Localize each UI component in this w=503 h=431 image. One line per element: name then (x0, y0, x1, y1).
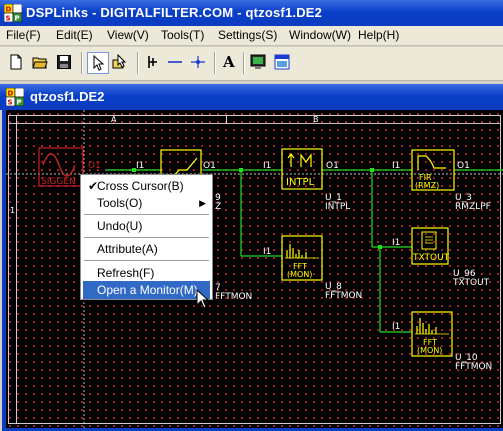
document-title: qtzosf1.DE2 (30, 89, 105, 104)
toolbar-separator (81, 52, 83, 74)
context-menu-refresh-label: Refresh(F) (97, 266, 155, 280)
fftmon-u8-input-label: I1 (263, 247, 271, 257)
intpl-input-label: I1 (263, 161, 271, 171)
cross-point-button[interactable] (188, 52, 210, 74)
pointer-icon (93, 55, 105, 71)
intpl-port-label: O1 (326, 161, 339, 171)
save-disk-icon (57, 55, 71, 69)
column-label-b: B (313, 115, 319, 124)
context-menu-cross-cursor-label: Cross Cursor(B) (97, 179, 184, 193)
intpl-block[interactable]: INTPL I1 O1 U_1 INTPL (263, 148, 350, 212)
svg-text:D: D (8, 90, 14, 98)
txtout-label: TXTOUT (412, 253, 450, 263)
z-block-port-label: O1 (203, 161, 216, 171)
fftmon-u8-type: FFTMON (325, 291, 362, 301)
context-menu-separator (84, 237, 209, 238)
svg-text:P: P (17, 99, 22, 107)
toolbar: A (0, 47, 503, 81)
context-menu-cross-cursor[interactable]: ✔ Cross Cursor(B) (83, 177, 210, 195)
fir-block[interactable]: FIR (RMZ) I1 O1 U_3 RMZLPF (392, 149, 491, 212)
fftmon-u10-input-label: I1 (392, 322, 400, 332)
select-pointer-button[interactable] (87, 52, 109, 74)
context-menu-undo-label: Undo(U) (97, 219, 143, 233)
menu-file[interactable]: File(F) (6, 28, 41, 42)
dsp-app-icon: D S P (4, 4, 22, 22)
svg-text:S: S (6, 15, 11, 23)
window-icon (274, 54, 290, 70)
context-menu-refresh[interactable]: Refresh(F) (83, 264, 210, 282)
fir-label-line2: (RMZ) (415, 181, 439, 190)
intpl-type: INTPL (325, 202, 350, 212)
fir-input-label: I1 (392, 161, 400, 171)
fftmon-u10-label-line2: (MON) (417, 346, 442, 355)
fftmon-u8-block[interactable]: FFT (MON) I1 U_8 FFTMON (263, 235, 362, 301)
monitor-button[interactable] (248, 52, 270, 74)
open-folder-icon (32, 57, 48, 69)
context-menu-undo[interactable]: Undo(U) (83, 217, 210, 235)
toolbar-separator (214, 52, 216, 74)
fftmon-u7-type: FFTMON (215, 292, 252, 302)
mouse-cursor-icon (196, 289, 210, 309)
txtout-type: TXTOUT (452, 278, 490, 288)
menu-help[interactable]: Help(H) (358, 28, 399, 42)
open-file-button[interactable] (30, 52, 52, 74)
text-tool-button[interactable]: A (219, 52, 241, 74)
dsp-doc-icon: D S P (6, 88, 24, 106)
context-menu: ✔ Cross Cursor(B) Tools(O) ▶ Undo(U) Att… (80, 174, 213, 300)
context-menu-open-monitor-label: Open a Monitor(M) (97, 283, 198, 297)
monitor-icon (250, 54, 266, 69)
fir-type: RMZLPF (455, 202, 491, 212)
svg-text:D: D (6, 6, 12, 14)
toolbar-separator (243, 52, 245, 74)
context-menu-tools[interactable]: Tools(O) ▶ (83, 194, 210, 212)
save-button[interactable] (54, 52, 76, 74)
context-menu-separator (84, 260, 209, 261)
menu-window[interactable]: Window(W) (289, 28, 351, 42)
menu-edit[interactable]: Edit(E) (56, 28, 93, 42)
z-block-input-label: I1 (136, 161, 144, 171)
context-menu-open-monitor[interactable]: Open a Monitor(M) (83, 281, 210, 299)
new-file-button[interactable] (6, 52, 28, 74)
wire-tool-button[interactable] (110, 52, 132, 74)
app-titlebar[interactable]: D S P DSPLinks - DIGITALFILTER.COM - qtz… (0, 0, 503, 26)
siggen-label: SIGGEN (41, 177, 76, 187)
fir-port-label: O1 (457, 161, 470, 171)
menu-bar: File(F) Edit(E) View(V) Tools(T) Setting… (0, 26, 503, 46)
wire-pointer-icon (112, 54, 127, 69)
menu-settings[interactable]: Settings(S) (218, 28, 277, 42)
context-menu-attribute-label: Attribute(A) (97, 242, 158, 256)
svg-text:P: P (15, 15, 20, 23)
row-label-1: 1 (10, 206, 15, 215)
column-label-a: A (111, 115, 117, 124)
hline-icon (168, 61, 182, 63)
new-file-icon (10, 54, 22, 70)
fftmon-u8-label-line2: (MON) (287, 270, 312, 279)
context-menu-tools-label: Tools(O) (97, 196, 143, 210)
app-title: DSPLinks - DIGITALFILTER.COM - qtzosf1.D… (26, 5, 323, 20)
toolbar-separator (137, 52, 139, 74)
hline-button[interactable] (165, 52, 187, 74)
context-menu-separator (84, 214, 209, 215)
fftmon-u10-block[interactable]: FFT (MON) I1 U_10 FFTMON (392, 311, 492, 372)
txtout-block[interactable]: TXTOUT I1 U_96 TXTOUT (392, 227, 490, 288)
txtout-input-label: I1 (392, 238, 400, 248)
intpl-label: INTPL (286, 177, 315, 188)
submenu-arrow-icon: ▶ (199, 198, 206, 208)
fftmon-u10-type: FFTMON (455, 362, 492, 372)
check-icon: ✔ (88, 179, 99, 193)
probe-button[interactable] (142, 52, 164, 74)
text-icon: A (223, 53, 235, 71)
svg-text:S: S (8, 99, 13, 107)
window-button[interactable] (272, 52, 294, 74)
document-frame: A B 1 SIGGEN O1 I1 O1 9 Z INTPL I1 O1 U_… (2, 110, 503, 431)
z-block-type: Z (215, 202, 221, 212)
siggen-port-label: O1 (88, 161, 101, 171)
document-titlebar[interactable]: D S P qtzosf1.DE2 (0, 84, 503, 110)
menu-view[interactable]: View(V) (107, 28, 149, 42)
context-menu-attribute[interactable]: Attribute(A) (83, 240, 210, 258)
menu-tools[interactable]: Tools(T) (161, 28, 204, 42)
cross-point-icon (191, 56, 205, 68)
probe-icon (148, 56, 157, 68)
